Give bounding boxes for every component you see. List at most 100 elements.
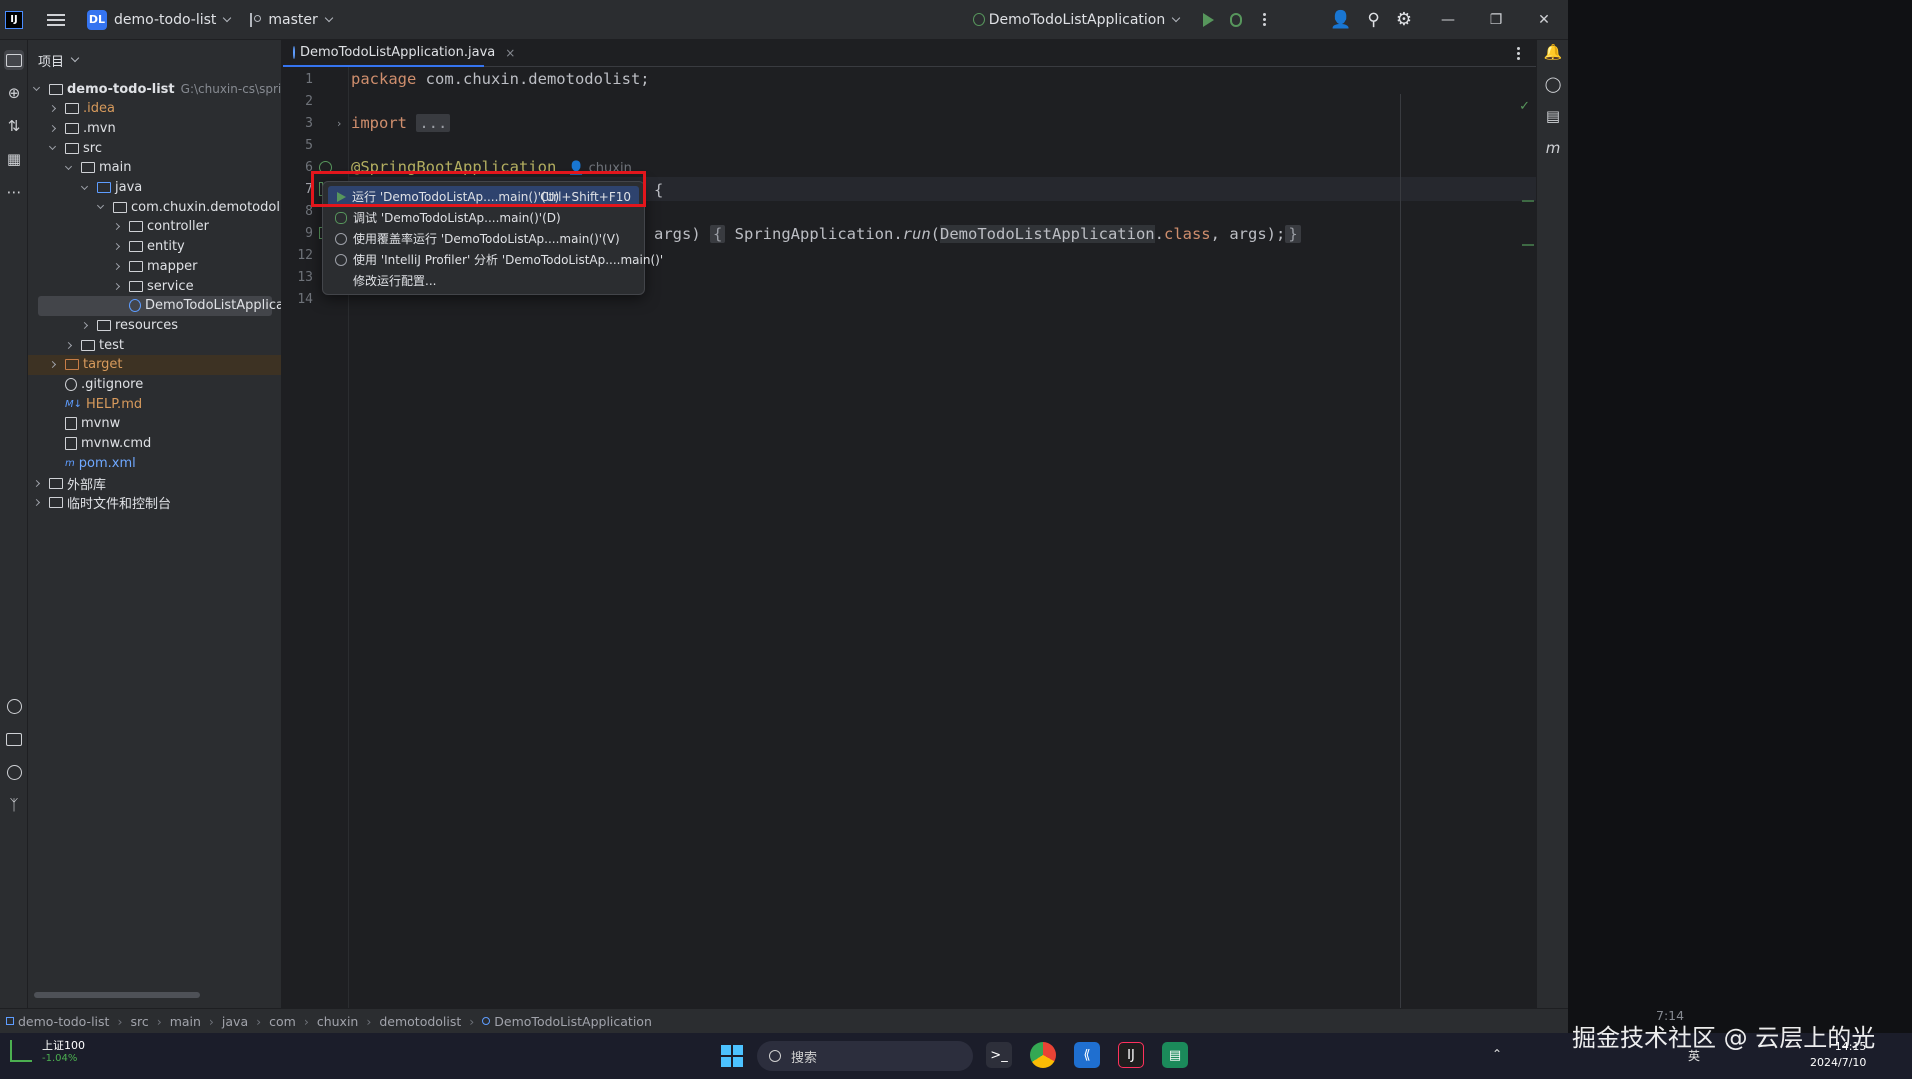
tree-item[interactable]: entity: [28, 237, 281, 257]
tab-options-icon[interactable]: [1517, 52, 1520, 55]
tree-item[interactable]: test: [28, 335, 281, 355]
run-config-selector[interactable]: DemoTodoListApplication: [965, 6, 1187, 34]
chevron-right-icon[interactable]: [112, 282, 121, 290]
project-panel-header[interactable]: 项目: [28, 40, 281, 80]
code-with-me-button[interactable]: 👤: [1322, 6, 1359, 34]
tree-item[interactable]: service: [28, 276, 281, 296]
search-everywhere-button[interactable]: ⚲: [1359, 6, 1387, 34]
breadcrumb-item[interactable]: DemoTodoListApplication: [494, 1014, 652, 1029]
chevron-right-icon[interactable]: [80, 321, 89, 329]
menu-debug-main[interactable]: 调试 'DemoTodoListAp....main()'(D): [328, 207, 639, 228]
terminal-tool-button[interactable]: [4, 729, 24, 749]
close-window-button[interactable]: ✕: [1520, 0, 1568, 40]
chevron-right-icon[interactable]: [112, 262, 121, 270]
start-button[interactable]: [721, 1045, 743, 1067]
project-badge: DL: [87, 9, 107, 30]
remote-desktop-app-icon[interactable]: ▤: [1162, 1042, 1188, 1068]
restore-button[interactable]: ❐: [1472, 0, 1520, 40]
chevron-right-icon[interactable]: [32, 499, 41, 507]
tree-item[interactable]: controller: [28, 217, 281, 237]
author-hint[interactable]: 👤 chuxin: [568, 161, 632, 176]
debug-button[interactable]: [1222, 6, 1250, 34]
tree-item[interactable]: mvnw: [28, 414, 281, 434]
tree-item[interactable]: src: [28, 138, 281, 158]
menu-run-with-coverage[interactable]: 使用覆盖率运行 'DemoTodoListAp....main()'(V): [328, 228, 639, 249]
tree-item[interactable]: com.chuxin.demotodolist: [28, 197, 281, 217]
chevron-right-icon[interactable]: [112, 243, 121, 251]
menu-modify-run-config[interactable]: 修改运行配置...: [328, 270, 639, 291]
intellij-app-icon[interactable]: IJ: [1118, 1042, 1144, 1068]
ai-assistant-button[interactable]: ◯: [1543, 74, 1563, 94]
chevron-down-icon[interactable]: [32, 83, 41, 92]
pull-requests-tool-button[interactable]: ⇅: [4, 116, 24, 136]
tree-item[interactable]: mapper: [28, 256, 281, 276]
breadcrumb-item[interactable]: main: [170, 1014, 201, 1029]
editor-tab[interactable]: DemoTodoListApplication.java ×: [283, 40, 515, 67]
chevron-right-icon[interactable]: [48, 361, 57, 369]
fold-close[interactable]: }: [1285, 225, 1301, 243]
tree-item[interactable]: .idea: [28, 99, 281, 119]
breadcrumb-item[interactable]: demotodolist: [379, 1014, 461, 1029]
structure-tool-button[interactable]: ▦: [4, 149, 24, 169]
tree-item[interactable]: demo-todo-list G:\chuxin-cs\spring-boot-: [28, 79, 281, 99]
services-tool-button[interactable]: [4, 696, 24, 716]
project-switcher[interactable]: DL demo-todo-list: [79, 6, 238, 34]
chevron-down-icon[interactable]: [96, 202, 105, 210]
run-button[interactable]: [1195, 6, 1222, 34]
vscode-app-icon[interactable]: ⟪: [1074, 1042, 1100, 1068]
folded-imports[interactable]: ...: [416, 114, 451, 132]
tree-item[interactable]: M↓ HELP.md: [28, 394, 281, 414]
no-problems-check-icon[interactable]: ✓: [1519, 99, 1530, 114]
notifications-button[interactable]: 🔔: [1543, 42, 1563, 62]
tray-overflow-icon[interactable]: ⌃: [1492, 1047, 1502, 1061]
branch-switcher[interactable]: master: [242, 6, 339, 34]
breadcrumb-item[interactable]: java: [222, 1014, 248, 1029]
chevron-right-icon[interactable]: [48, 124, 57, 132]
settings-button[interactable]: ⚙: [1388, 6, 1420, 34]
maven-button[interactable]: m: [1543, 138, 1563, 158]
problems-tool-button[interactable]: [4, 762, 24, 782]
chevron-down-icon[interactable]: [80, 182, 89, 190]
breadcrumb-item[interactable]: chuxin: [317, 1014, 359, 1029]
menu-profile[interactable]: 使用 'IntelliJ Profiler' 分析 'DemoTodoListA…: [328, 249, 663, 270]
chevron-down-icon[interactable]: [64, 162, 73, 170]
more-actions-button[interactable]: [1250, 6, 1278, 34]
menu-run-main[interactable]: 运行 'DemoTodoListAp....main()'(U) Ctrl+Sh…: [328, 186, 639, 207]
tree-item[interactable]: DemoTodoListApplication: [38, 295, 281, 316]
fold-expand-icon[interactable]: ›: [337, 117, 341, 130]
close-tab-icon[interactable]: ×: [505, 46, 515, 60]
tree-item[interactable]: .gitignore: [28, 375, 281, 395]
chrome-app-icon[interactable]: [1030, 1042, 1056, 1068]
text-file-icon: [65, 437, 77, 451]
chevron-right-icon[interactable]: [64, 341, 73, 349]
tree-item[interactable]: target: [28, 354, 281, 375]
breadcrumb-item[interactable]: src: [130, 1014, 148, 1029]
project-tool-button[interactable]: [4, 50, 24, 70]
tree-item[interactable]: mvnw.cmd: [28, 434, 281, 454]
tree-item[interactable]: 临时文件和控制台: [28, 493, 281, 513]
tree-item[interactable]: 外部库: [28, 473, 281, 493]
database-button[interactable]: ▤: [1543, 106, 1563, 126]
chevron-right-icon[interactable]: [112, 223, 121, 231]
breadcrumb-item[interactable]: demo-todo-list: [18, 1014, 109, 1029]
commit-tool-button[interactable]: ⊕: [4, 83, 24, 103]
tree-item[interactable]: java: [28, 178, 281, 198]
git-tool-button[interactable]: ᛉ: [4, 795, 24, 815]
minimize-button[interactable]: —: [1424, 0, 1472, 40]
horizontal-scrollbar[interactable]: [34, 992, 200, 998]
terminal-app-icon[interactable]: >_: [986, 1042, 1012, 1068]
main-menu-icon[interactable]: [47, 18, 65, 21]
chevron-down-icon[interactable]: [48, 143, 57, 151]
tree-item[interactable]: .mvn: [28, 118, 281, 138]
tree-item[interactable]: resources: [28, 315, 281, 335]
tree-item[interactable]: main: [28, 158, 281, 178]
tree-item[interactable]: m pom.xml: [28, 453, 281, 473]
chevron-right-icon[interactable]: [48, 105, 57, 113]
breadcrumb-item[interactable]: com: [269, 1014, 296, 1029]
fold-open[interactable]: {: [710, 225, 726, 243]
spring-bean-gutter-icon[interactable]: [319, 161, 332, 174]
more-tools-button[interactable]: ⋯: [4, 182, 24, 202]
stock-widget[interactable]: 上证100 -1.04%: [10, 1037, 85, 1064]
chevron-right-icon[interactable]: [32, 479, 41, 487]
taskbar-search[interactable]: 搜索: [757, 1041, 973, 1071]
